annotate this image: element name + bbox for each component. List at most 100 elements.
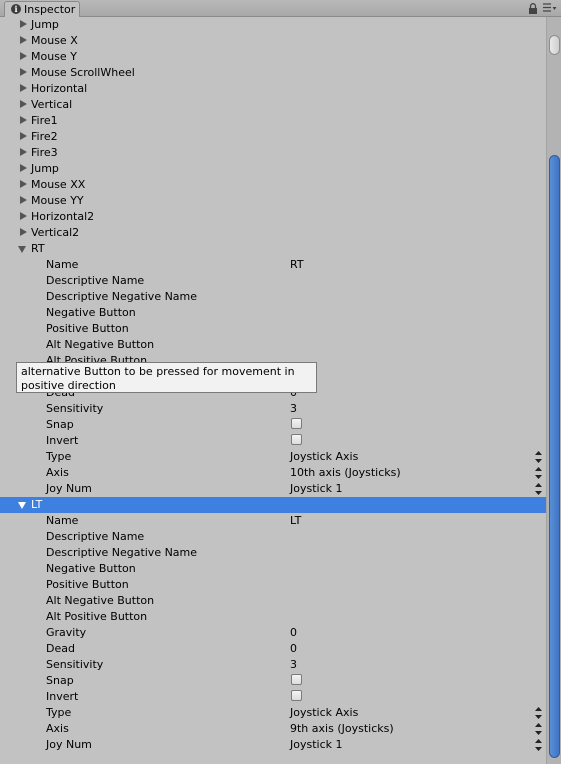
dropdown-arrows-icon[interactable] bbox=[535, 483, 542, 495]
property-label: Invert bbox=[46, 690, 79, 703]
axis-item-jump[interactable]: Jump bbox=[0, 17, 546, 33]
axis-item-mouse-x[interactable]: Mouse X bbox=[0, 33, 546, 49]
expand-arrow-icon[interactable] bbox=[20, 228, 27, 236]
expand-arrow-icon[interactable] bbox=[20, 196, 27, 204]
property-label: Negative Button bbox=[46, 562, 136, 575]
property-label: Gravity bbox=[46, 626, 87, 639]
axis-label: Vertical bbox=[31, 98, 73, 111]
expand-arrow-icon[interactable] bbox=[20, 116, 27, 124]
axis-item-fire1[interactable]: Fire1 bbox=[0, 113, 546, 129]
axis-item-fire3[interactable]: Fire3 bbox=[0, 145, 546, 161]
lt-gravity-field[interactable]: 0 bbox=[290, 626, 297, 639]
property-label: Snap bbox=[46, 674, 74, 687]
rt-type-dropdown[interactable]: Joystick Axis bbox=[290, 450, 358, 463]
axis-item-mouse-y[interactable]: Mouse Y bbox=[0, 49, 546, 65]
context-menu-icon[interactable] bbox=[543, 3, 557, 14]
tab-inspector[interactable]: i Inspector bbox=[4, 1, 80, 17]
property-label: Joy Num bbox=[46, 738, 92, 751]
dropdown-arrows-icon[interactable] bbox=[535, 707, 542, 719]
rt-type-row: Type Joystick Axis bbox=[0, 449, 546, 465]
axis-label: Fire2 bbox=[31, 130, 58, 143]
rt-snap-row: Snap bbox=[0, 417, 546, 433]
axis-label: Fire3 bbox=[31, 146, 58, 159]
collapse-arrow-icon[interactable] bbox=[18, 246, 26, 253]
property-label: Joy Num bbox=[46, 482, 92, 495]
axis-item-vertical2[interactable]: Vertical2 bbox=[0, 225, 546, 241]
rt-axis-row: Axis 10th axis (Joysticks) bbox=[0, 465, 546, 481]
property-label: Negative Button bbox=[46, 306, 136, 319]
axis-item-mouse-yy[interactable]: Mouse YY bbox=[0, 193, 546, 209]
lt-snap-checkbox[interactable] bbox=[291, 674, 302, 685]
dropdown-arrows-icon[interactable] bbox=[535, 739, 542, 751]
expand-arrow-icon[interactable] bbox=[20, 84, 27, 92]
property-label: Name bbox=[46, 258, 79, 271]
lt-joy-num-dropdown[interactable]: Joystick 1 bbox=[290, 738, 343, 751]
lt-dead-field[interactable]: 0 bbox=[290, 642, 297, 655]
rt-name-field[interactable]: RT bbox=[290, 258, 304, 271]
rt-sensitivity-field[interactable]: 3 bbox=[290, 402, 297, 415]
expand-arrow-icon[interactable] bbox=[20, 132, 27, 140]
rt-snap-checkbox[interactable] bbox=[291, 418, 302, 429]
property-label: Sensitivity bbox=[46, 402, 104, 415]
tab-inspector-label: Inspector bbox=[24, 3, 76, 16]
lt-axis-dropdown[interactable]: 9th axis (Joysticks) bbox=[290, 722, 394, 735]
dropdown-arrows-icon[interactable] bbox=[535, 467, 542, 479]
rt-invert-row: Invert bbox=[0, 433, 546, 449]
lt-descriptive-negative-name-row: Descriptive Negative Name bbox=[0, 545, 546, 561]
collapse-arrow-icon[interactable] bbox=[18, 502, 26, 509]
rt-invert-checkbox[interactable] bbox=[291, 434, 302, 445]
property-label: Descriptive Name bbox=[46, 274, 145, 287]
scrollbar-thumb[interactable] bbox=[549, 155, 560, 758]
expand-arrow-icon[interactable] bbox=[20, 212, 27, 220]
rt-name-row: Name RT bbox=[0, 257, 546, 273]
lt-alt-positive-button-row: Alt Positive Button bbox=[0, 609, 546, 625]
property-label: Alt Negative Button bbox=[46, 338, 155, 351]
expand-arrow-icon[interactable] bbox=[20, 180, 27, 188]
property-label: Type bbox=[46, 450, 72, 463]
axis-item-vertical[interactable]: Vertical bbox=[0, 97, 546, 113]
expand-arrow-icon[interactable] bbox=[20, 148, 27, 156]
lt-sensitivity-field[interactable]: 3 bbox=[290, 658, 297, 671]
dropdown-arrows-icon[interactable] bbox=[535, 723, 542, 735]
rt-positive-button-row: Positive Button bbox=[0, 321, 546, 337]
lt-type-dropdown[interactable]: Joystick Axis bbox=[290, 706, 358, 719]
lt-joy-num-row: Joy Num Joystick 1 bbox=[0, 737, 546, 753]
lock-icon[interactable] bbox=[528, 3, 538, 14]
lt-dead-row: Dead 0 bbox=[0, 641, 546, 657]
property-label: Alt Positive Button bbox=[46, 610, 148, 623]
expand-arrow-icon[interactable] bbox=[20, 20, 27, 28]
vertical-scrollbar[interactable] bbox=[546, 17, 561, 764]
dropdown-arrows-icon[interactable] bbox=[535, 451, 542, 463]
property-label: Axis bbox=[46, 722, 69, 735]
rt-axis-dropdown[interactable]: 10th axis (Joysticks) bbox=[290, 466, 401, 479]
lt-invert-checkbox[interactable] bbox=[291, 690, 302, 701]
expand-arrow-icon[interactable] bbox=[20, 36, 27, 44]
property-label: Dead bbox=[46, 642, 75, 655]
axis-label: Mouse YY bbox=[31, 194, 84, 207]
axis-item-lt[interactable]: LT bbox=[0, 497, 546, 513]
rt-joy-num-dropdown[interactable]: Joystick 1 bbox=[290, 482, 343, 495]
axis-item-mouse-scrollwheel[interactable]: Mouse ScrollWheel bbox=[0, 65, 546, 81]
axis-item-rt[interactable]: RT bbox=[0, 241, 546, 257]
expand-arrow-icon[interactable] bbox=[20, 52, 27, 60]
axis-label: Vertical2 bbox=[31, 226, 80, 239]
lt-type-row: Type Joystick Axis bbox=[0, 705, 546, 721]
axis-item-horizontal2[interactable]: Horizontal2 bbox=[0, 209, 546, 225]
lt-snap-row: Snap bbox=[0, 673, 546, 689]
axis-item-horizontal[interactable]: Horizontal bbox=[0, 81, 546, 97]
scrollbar-top-cap[interactable] bbox=[549, 35, 560, 55]
axis-label: LT bbox=[31, 498, 43, 511]
expand-arrow-icon[interactable] bbox=[20, 164, 27, 172]
axis-label: Jump bbox=[31, 162, 59, 175]
property-label: Descriptive Name bbox=[46, 530, 145, 543]
axis-item-jump-2[interactable]: Jump bbox=[0, 161, 546, 177]
expand-arrow-icon[interactable] bbox=[20, 68, 27, 76]
rt-negative-button-row: Negative Button bbox=[0, 305, 546, 321]
lt-name-row: Name LT bbox=[0, 513, 546, 529]
property-label: Snap bbox=[46, 418, 74, 431]
axis-item-mouse-xx[interactable]: Mouse XX bbox=[0, 177, 546, 193]
lt-name-field[interactable]: LT bbox=[290, 514, 301, 527]
expand-arrow-icon[interactable] bbox=[20, 100, 27, 108]
property-label: Descriptive Negative Name bbox=[46, 546, 198, 559]
axis-item-fire2[interactable]: Fire2 bbox=[0, 129, 546, 145]
